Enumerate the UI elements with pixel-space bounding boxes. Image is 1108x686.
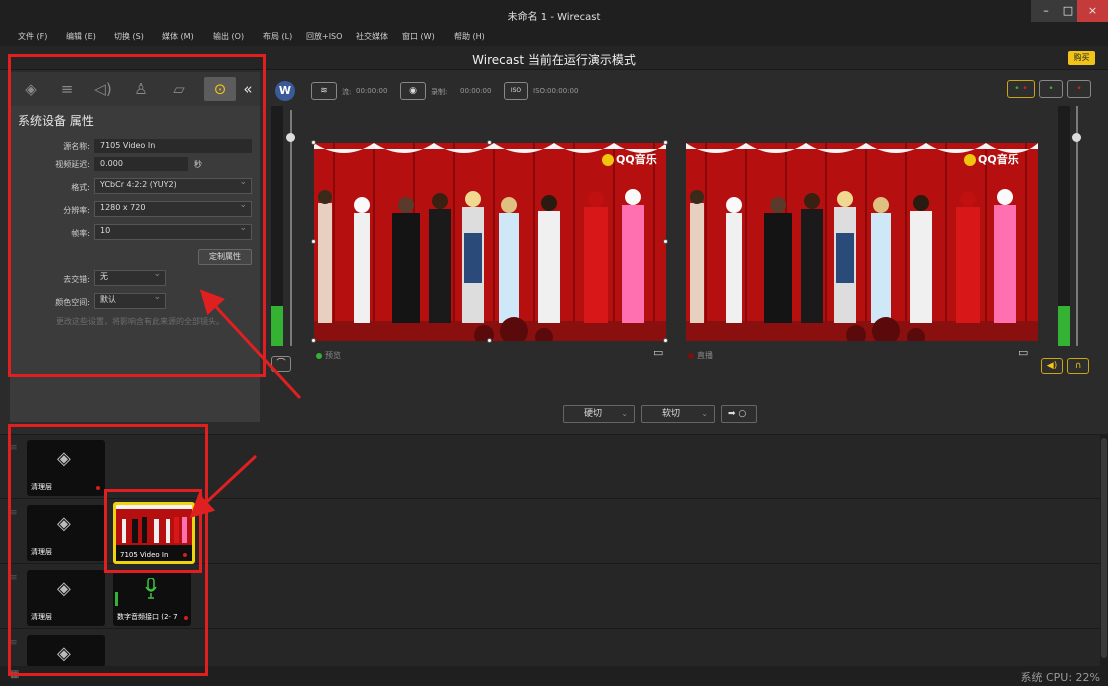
wirecast-window: 未命名 1 - Wirecast – □ × 文件 (F) 编辑 (E) 切换 …: [0, 0, 1108, 686]
annotation-arrow-down: [189, 454, 258, 519]
annotation-arrow-up: [199, 289, 302, 400]
annotation-arrows: [189, 289, 302, 519]
